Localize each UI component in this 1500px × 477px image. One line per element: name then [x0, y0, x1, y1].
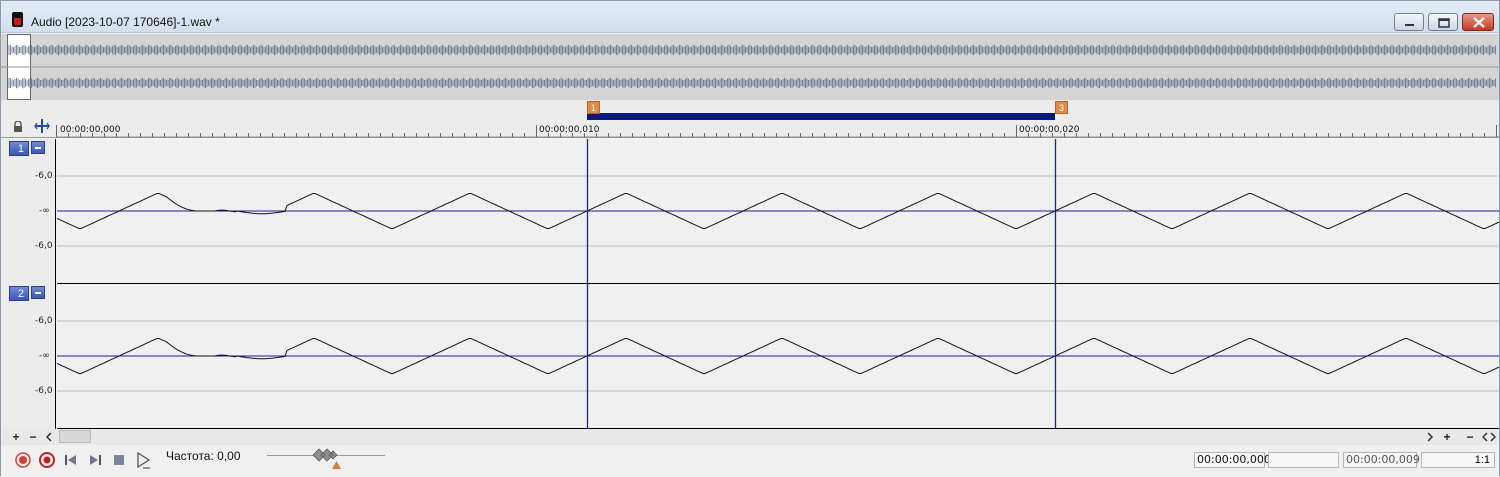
- selection-length-field[interactable]: 00:00:00,009: [1343, 452, 1420, 468]
- app-audio-icon: [12, 12, 23, 27]
- cursor-position-field[interactable]: 00:00:00,000: [1194, 452, 1271, 468]
- marker-3[interactable]: 3: [1055, 101, 1068, 114]
- rate-center-mark-icon: [332, 461, 341, 469]
- zoom-ratio-field[interactable]: 1:1: [1421, 452, 1495, 468]
- marker-1[interactable]: 1: [587, 101, 600, 114]
- window-title: Audio [2023-10-07 170646]-1.wav *: [31, 15, 220, 29]
- overview-waveform: [1, 44, 1499, 89]
- track-number-2[interactable]: 2: [9, 286, 29, 301]
- record-icon[interactable]: [14, 451, 32, 469]
- loop-region-bar[interactable]: [587, 113, 1055, 120]
- db-label: -∞: [39, 206, 50, 216]
- minimize-icon: [1405, 24, 1414, 26]
- ruler-time-label: 00:00:00,020: [1019, 125, 1080, 135]
- zoom-in-horizontal-button[interactable]: +: [1440, 430, 1454, 444]
- db-label: -6,0: [35, 386, 53, 396]
- go-to-start-icon[interactable]: [62, 451, 80, 469]
- play-icon[interactable]: [134, 451, 152, 469]
- scroll-right-icon[interactable]: [1426, 432, 1434, 442]
- track-header-1: 1 -6,0 -∞ -6,0: [1, 139, 56, 284]
- zoom-fit-icon[interactable]: [1482, 432, 1496, 442]
- close-button[interactable]: [1462, 13, 1494, 31]
- playback-rate-label: Частота: 0,00: [166, 449, 241, 463]
- close-icon: [1473, 17, 1485, 28]
- go-to-end-icon[interactable]: [86, 451, 104, 469]
- stop-icon[interactable]: [110, 451, 128, 469]
- db-label: -6,0: [35, 316, 53, 326]
- lock-icon[interactable]: [13, 121, 23, 132]
- zoom-out-horizontal-button[interactable]: −: [1463, 430, 1477, 444]
- waveform-overview[interactable]: [1, 34, 1499, 100]
- title-bar[interactable]: Audio [2023-10-07 170646]-1.wav *: [1, 1, 1499, 33]
- snap-icon[interactable]: [34, 118, 50, 134]
- zoom-in-vertical-button[interactable]: +: [9, 430, 23, 444]
- time-ruler[interactable]: 1 3 00:00:00,000 00:00:00,010 00:00:00,0…: [56, 100, 1499, 138]
- tracks-area: 1 -6,0 -∞ -6,0 2 -6,0 -∞ -6,0: [1, 139, 1499, 429]
- arm-record-icon[interactable]: [38, 451, 56, 469]
- maximize-button[interactable]: [1428, 13, 1458, 31]
- track-minimize-button[interactable]: [31, 141, 45, 154]
- db-label: -6,0: [35, 171, 53, 181]
- db-label: -∞: [39, 351, 50, 361]
- horizontal-scroll-thumb[interactable]: [59, 430, 91, 443]
- minimize-button[interactable]: [1394, 13, 1424, 31]
- track-header-2: 2 -6,0 -∞ -6,0: [1, 284, 56, 429]
- track-minimize-button[interactable]: [31, 286, 45, 299]
- time-ruler-area: 1 3 00:00:00,000 00:00:00,010 00:00:00,0…: [1, 100, 1499, 138]
- overview-channel-2: [8, 77, 1496, 89]
- maximize-icon: [1438, 18, 1450, 28]
- track-number-1[interactable]: 1: [9, 141, 29, 156]
- db-label: -6,0: [35, 241, 53, 251]
- ruler-time-label: 00:00:00,000: [60, 125, 121, 135]
- selection-start-field[interactable]: [1268, 452, 1339, 468]
- ruler-time-label: 00:00:00,010: [539, 125, 600, 135]
- scroll-left-icon[interactable]: [45, 432, 53, 442]
- audio-editor-window: Audio [2023-10-07 170646]-1.wav * 1 3 00…: [0, 0, 1500, 477]
- transport-bar: Частота: 0,00 00:00:00,000 00:00:00,009 …: [1, 445, 1499, 477]
- waveform-canvas[interactable]: [57, 139, 1499, 429]
- horizontal-scroll-row: + − + −: [1, 429, 1499, 445]
- zoom-out-vertical-button[interactable]: −: [26, 430, 40, 444]
- overview-channel-1: [8, 44, 1496, 56]
- rate-slider-thumb[interactable]: [311, 448, 341, 462]
